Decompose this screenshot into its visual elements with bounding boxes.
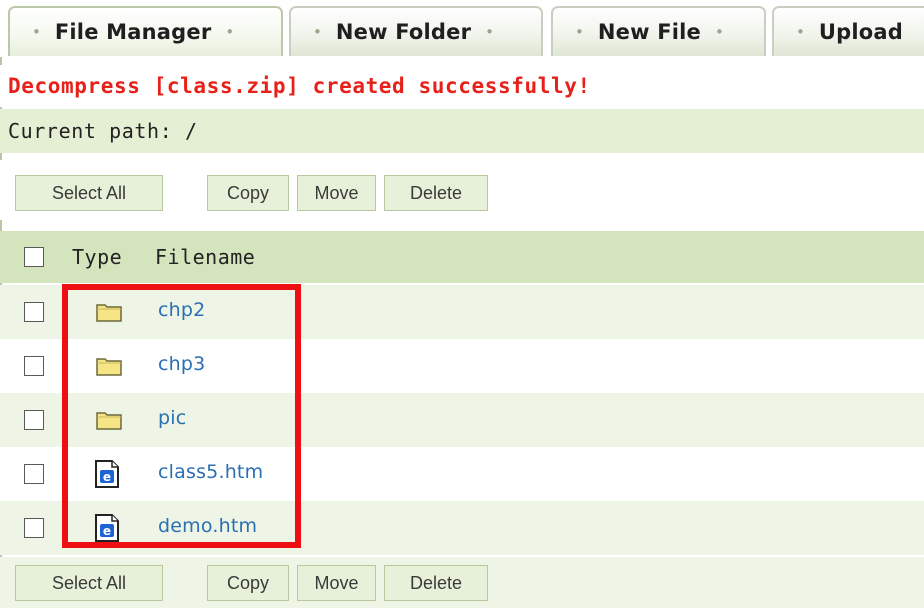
move-button[interactable]: Move bbox=[297, 175, 376, 211]
copy-button[interactable]: Copy bbox=[207, 565, 289, 601]
bullet-icon: • bbox=[575, 22, 584, 41]
bullet-icon: • bbox=[32, 22, 41, 41]
svg-text:e: e bbox=[103, 470, 111, 484]
row-checkbox[interactable] bbox=[24, 410, 44, 430]
tab-label: New File bbox=[597, 20, 701, 44]
delete-button[interactable]: Delete bbox=[384, 565, 488, 601]
table-row: chp3 bbox=[0, 339, 924, 393]
action-bar-bottom: Select All Copy Move Delete bbox=[0, 557, 924, 608]
select-all-checkbox[interactable] bbox=[24, 247, 44, 267]
htm-file-icon: e bbox=[95, 460, 119, 488]
row-checkbox[interactable] bbox=[24, 302, 44, 322]
table-row: e demo.htm bbox=[0, 501, 924, 555]
svg-text:e: e bbox=[103, 524, 111, 538]
tab-new-folder[interactable]: • New Folder • bbox=[289, 6, 543, 56]
tab-label: New Folder bbox=[335, 20, 472, 44]
bullet-icon: • bbox=[225, 22, 235, 41]
current-path: Current path: / bbox=[0, 109, 924, 153]
filename-column-header: Filename bbox=[155, 245, 256, 269]
tab-file-manager[interactable]: • File Manager • bbox=[8, 6, 283, 56]
folder-icon bbox=[96, 412, 122, 430]
select-all-button[interactable]: Select All bbox=[15, 175, 163, 211]
htm-file-icon: e bbox=[95, 514, 119, 542]
tab-bar: • File Manager • • New Folder • • New Fi… bbox=[0, 0, 924, 57]
delete-button[interactable]: Delete bbox=[384, 175, 488, 211]
file-link[interactable]: demo.htm bbox=[158, 515, 257, 537]
table-row: pic bbox=[0, 393, 924, 447]
file-link[interactable]: chp3 bbox=[158, 353, 205, 375]
row-checkbox[interactable] bbox=[24, 464, 44, 484]
row-checkbox[interactable] bbox=[24, 356, 44, 376]
tab-upload[interactable]: • Upload bbox=[772, 6, 924, 56]
bullet-icon: • bbox=[485, 22, 494, 41]
table-row: chp2 bbox=[0, 285, 924, 339]
file-link[interactable]: pic bbox=[158, 407, 186, 429]
bullet-icon: • bbox=[313, 22, 322, 41]
tab-new-file[interactable]: • New File • bbox=[551, 6, 766, 56]
select-all-button[interactable]: Select All bbox=[15, 565, 163, 601]
file-link[interactable]: class5.htm bbox=[158, 461, 263, 483]
table-header: Type Filename bbox=[0, 231, 924, 283]
type-column-header: Type bbox=[72, 245, 123, 269]
tab-label: Upload bbox=[818, 20, 903, 44]
file-link[interactable]: chp2 bbox=[158, 299, 205, 321]
action-bar-top: Select All Copy Move Delete bbox=[0, 160, 924, 220]
folder-icon bbox=[96, 358, 122, 376]
success-message: Decompress [class.zip] created successfu… bbox=[0, 65, 924, 107]
folder-icon bbox=[96, 304, 122, 322]
move-button[interactable]: Move bbox=[297, 565, 376, 601]
bullet-icon: • bbox=[714, 22, 724, 41]
row-checkbox[interactable] bbox=[24, 518, 44, 538]
copy-button[interactable]: Copy bbox=[207, 175, 289, 211]
tab-label: File Manager bbox=[54, 20, 212, 44]
bullet-icon: • bbox=[796, 22, 805, 41]
table-row: e class5.htm bbox=[0, 447, 924, 501]
